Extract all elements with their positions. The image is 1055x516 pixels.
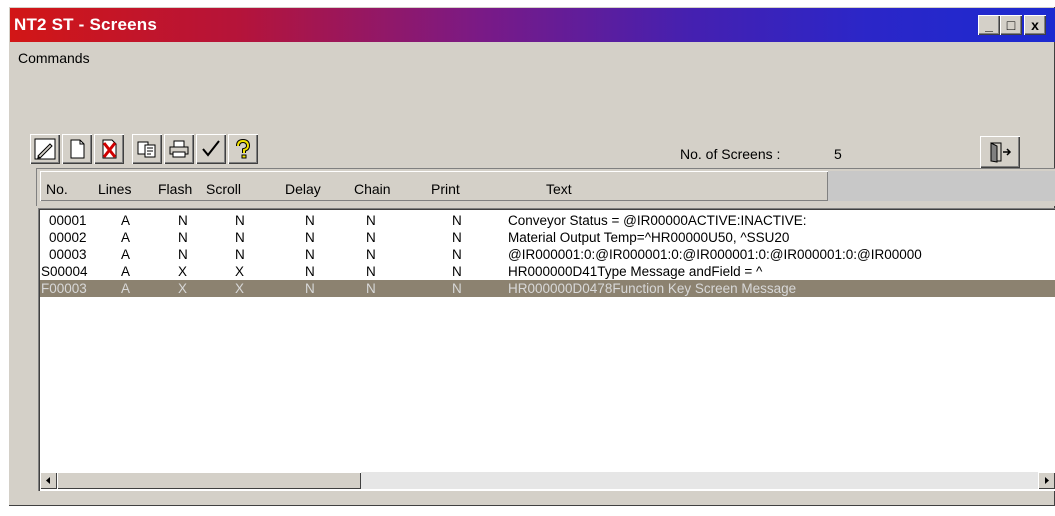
cell-text: @IR000001:0:@IR000001:0:@IR000001:0:@IR0…	[508, 247, 922, 262]
cell-delay: N	[305, 264, 315, 279]
cell-print: N	[452, 213, 462, 228]
cell-delay: N	[305, 230, 315, 245]
screen-count-value: 5	[834, 146, 842, 162]
cell-scroll: X	[235, 281, 245, 296]
cell-chain: N	[366, 247, 376, 262]
screens-list[interactable]: 00001 A N N N N N Conveyor Status = @IR0…	[38, 208, 1055, 491]
help-icon	[236, 138, 251, 159]
new-button[interactable]	[62, 134, 92, 164]
cell-chain: N	[366, 281, 376, 296]
arrow-left-icon	[46, 477, 50, 484]
cell-no: 00001	[49, 213, 87, 228]
horizontal-scrollbar[interactable]	[40, 472, 1055, 489]
maximize-button[interactable]: □	[1000, 15, 1022, 35]
screens-window: NT2 ST - Screens _ □ x Commands No. of S…	[8, 6, 1055, 506]
new-icon	[70, 139, 85, 159]
cell-chain: N	[366, 230, 376, 245]
copy-icon	[137, 141, 156, 158]
minimize-button[interactable]: _	[978, 15, 1000, 35]
print-icon	[169, 140, 189, 158]
table-row[interactable]: 00003 A N N N N N @IR000001:0:@IR000001:…	[40, 246, 1055, 263]
cell-lines: A	[121, 264, 131, 279]
cell-flash: N	[178, 247, 188, 262]
column-header-chain[interactable]: Chain	[354, 181, 391, 197]
column-header-flash[interactable]: Flash	[158, 181, 192, 197]
check-icon	[202, 140, 220, 157]
cell-flash: X	[178, 264, 188, 279]
title-bar[interactable]: NT2 ST - Screens _ □ x	[10, 8, 1055, 42]
cell-no: S00004	[41, 264, 88, 279]
cell-lines: A	[121, 230, 131, 245]
edit-button[interactable]	[30, 134, 60, 164]
menu-bar: Commands	[12, 50, 96, 72]
column-header-scroll[interactable]: Scroll	[206, 181, 241, 197]
column-header-delay[interactable]: Delay	[285, 181, 321, 197]
cell-lines: A	[121, 247, 131, 262]
close-button[interactable]: x	[1024, 15, 1046, 35]
arrow-right-icon	[1045, 477, 1049, 484]
cell-lines: A	[121, 281, 131, 296]
edit-icon	[34, 138, 56, 160]
table-row-selected[interactable]: F00003 A X X N N N HR000000D0478Function…	[40, 280, 1055, 297]
cell-chain: N	[366, 264, 376, 279]
cell-scroll: X	[235, 264, 245, 279]
cell-chain: N	[366, 213, 376, 228]
cell-text: HR000000D0478Function Key Screen Message	[508, 281, 797, 296]
help-button[interactable]	[228, 134, 258, 164]
check-button[interactable]	[196, 134, 226, 164]
column-header-print[interactable]: Print	[431, 181, 460, 197]
delete-icon	[102, 139, 117, 159]
cell-delay: N	[305, 213, 315, 228]
cell-print: N	[452, 281, 462, 296]
cell-no: 00003	[49, 247, 87, 262]
table-row[interactable]: 00001 A N N N N N Conveyor Status = @IR0…	[40, 212, 1055, 229]
column-header-text[interactable]: Text	[546, 181, 572, 197]
cell-lines: A	[121, 213, 131, 228]
copy-button[interactable]	[132, 134, 162, 164]
cell-flash: N	[178, 213, 188, 228]
column-header-lines[interactable]: Lines	[98, 181, 131, 197]
cell-no: F00003	[41, 281, 87, 296]
cell-print: N	[452, 230, 462, 245]
header-filler	[828, 171, 1055, 201]
cell-delay: N	[305, 281, 315, 296]
column-header-no[interactable]: No.	[46, 181, 68, 197]
cell-text: HR000000D41Type Message andField = ^	[508, 264, 763, 279]
cell-text: Material Output Temp=^HR00000U50, ^SSU20	[508, 230, 790, 245]
print-button[interactable]	[164, 134, 194, 164]
screen-count-label: No. of Screens :	[680, 146, 781, 162]
cell-no: 00002	[49, 230, 87, 245]
table-row[interactable]: S00004 A X X N N N HR000000D41Type Messa…	[40, 263, 1055, 280]
scroll-thumb[interactable]	[57, 472, 361, 489]
cell-scroll: N	[235, 213, 245, 228]
cell-print: N	[452, 247, 462, 262]
exit-icon	[990, 142, 1012, 163]
cell-flash: X	[178, 281, 188, 296]
table-row[interactable]: 00002 A N N N N N Material Output Temp=^…	[40, 229, 1055, 246]
scroll-left-button[interactable]	[40, 472, 57, 489]
delete-button[interactable]	[94, 134, 124, 164]
cell-flash: N	[178, 230, 188, 245]
cell-print: N	[452, 264, 462, 279]
window-title: NT2 ST - Screens	[14, 15, 158, 34]
cell-scroll: N	[235, 247, 245, 262]
exit-button[interactable]	[980, 136, 1020, 168]
cell-text: Conveyor Status = @IR00000ACTIVE:INACTIV…	[508, 213, 807, 228]
scroll-right-button[interactable]	[1038, 472, 1055, 489]
cell-delay: N	[305, 247, 315, 262]
menu-commands[interactable]: Commands	[12, 48, 96, 68]
cell-scroll: N	[235, 230, 245, 245]
